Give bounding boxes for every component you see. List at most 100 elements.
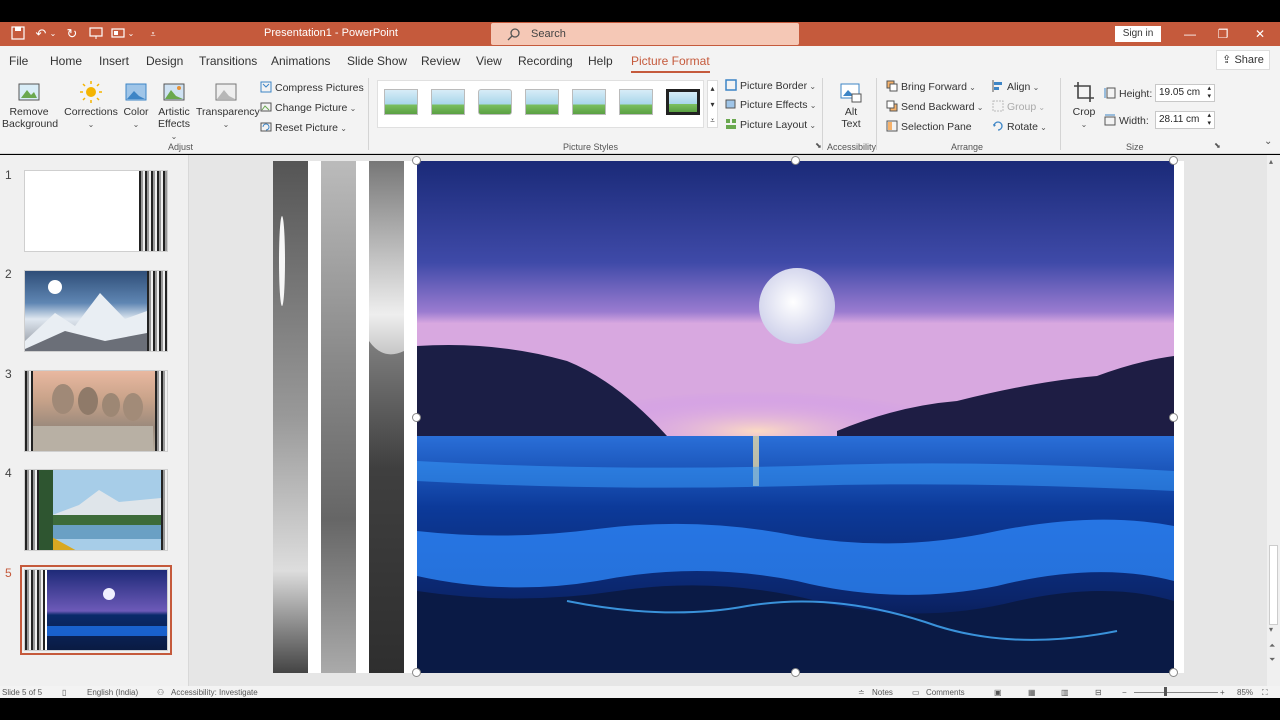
reading-view-icon[interactable]: ▥ (1061, 688, 1069, 697)
scroll-up-icon[interactable]: ▴ (1269, 157, 1273, 166)
selection-pane-button[interactable]: Selection Pane (886, 120, 972, 133)
slideshow-icon[interactable]: ⊟ (1095, 688, 1102, 697)
zoom-slider-thumb[interactable] (1164, 687, 1167, 696)
resize-handle-top-left[interactable] (412, 156, 421, 165)
view-dropdown-icon[interactable]: ⌄ (126, 26, 136, 42)
tab-help[interactable]: Help (588, 54, 613, 68)
alt-text-button[interactable]: Alt Text (834, 80, 868, 130)
scroll-down-icon[interactable]: ▾ (1269, 625, 1273, 634)
dialog-launcher-icon[interactable]: ⬊ (1214, 141, 1221, 150)
minimize-icon[interactable]: — (1180, 25, 1200, 43)
sign-in-button[interactable]: Sign in (1115, 26, 1161, 42)
picture-style-5[interactable] (572, 89, 606, 115)
reset-picture-button[interactable]: Reset Picture ⌄ (260, 121, 347, 134)
zoom-level[interactable]: 85% (1237, 688, 1253, 697)
tab-animations[interactable]: Animations (271, 54, 330, 68)
accessibility-status[interactable]: Accessibility: Investigate (171, 688, 258, 697)
collapse-ribbon-icon[interactable]: ⌄ (1264, 136, 1272, 147)
remove-background-button[interactable]: Remove Background (2, 80, 58, 130)
zoom-slider[interactable] (1134, 692, 1218, 693)
send-backward-label: Send Backward (901, 101, 975, 113)
picture-effects-button[interactable]: Picture Effects ⌄ (725, 98, 816, 111)
scrollbar-thumb[interactable] (1269, 545, 1278, 625)
present-from-beginning-icon[interactable] (88, 26, 104, 42)
color-button[interactable]: Color ⌄ (120, 80, 152, 130)
resize-handle-bottom[interactable] (791, 668, 800, 677)
spin-arrows-icon[interactable]: ▴ ▾ (1207, 85, 1211, 101)
picture-border-button[interactable]: Picture Border ⌄ (725, 79, 816, 92)
artistic-effects-button[interactable]: Artistic Effects ⌄ (154, 80, 194, 142)
resize-handle-top-right[interactable] (1169, 156, 1178, 165)
slide-thumbnail-5[interactable] (20, 565, 172, 655)
picture-style-2[interactable] (431, 89, 465, 115)
picture-style-1[interactable] (384, 89, 418, 115)
tab-design[interactable]: Design (146, 54, 183, 68)
normal-view-icon[interactable]: ▣ (994, 688, 1002, 697)
customize-toolbar-icon[interactable]: ⩡ (145, 26, 161, 42)
resize-handle-right[interactable] (1169, 413, 1178, 422)
align-button[interactable]: Align ⌄ (992, 80, 1039, 93)
next-slide-icon[interactable]: ⏷ (1269, 655, 1275, 665)
undo-icon[interactable]: ↶ (33, 26, 49, 42)
picture-effects-icon (725, 99, 736, 109)
previous-slide-icon[interactable]: ⏶ (1269, 641, 1275, 651)
resize-handle-left[interactable] (412, 413, 421, 422)
slide-thumbnail-4[interactable] (24, 469, 168, 551)
group-button[interactable]: Group ⌄ (992, 100, 1045, 113)
spelling-check-icon[interactable]: ▯ (62, 688, 66, 697)
resize-handle-top[interactable] (791, 156, 800, 165)
width-input[interactable]: 28.11 cm ▴ ▾ (1155, 111, 1215, 129)
tab-transitions[interactable]: Transitions (199, 54, 257, 68)
tab-home[interactable]: Home (50, 54, 82, 68)
tab-recording[interactable]: Recording (518, 54, 573, 68)
picture-style-3[interactable] (478, 89, 512, 115)
picture-style-6[interactable] (619, 89, 653, 115)
picture-layout-button[interactable]: Picture Layout ⌄ (725, 118, 816, 131)
slide-thumbnail-2[interactable] (24, 270, 168, 352)
slideshow-view-icon[interactable] (110, 26, 126, 42)
zoom-out-icon[interactable]: − (1122, 688, 1127, 697)
save-icon[interactable] (10, 26, 26, 42)
slide-sorter-icon[interactable]: ▦ (1028, 688, 1036, 697)
comments-button[interactable]: Comments (926, 688, 965, 697)
tab-view[interactable]: View (476, 54, 502, 68)
send-backward-button[interactable]: Send Backward ⌄ (886, 100, 983, 113)
bring-forward-label: Bring Forward (901, 81, 967, 93)
redo-icon[interactable]: ↻ (64, 26, 80, 42)
grayscale-strips-image[interactable] (273, 161, 413, 673)
tab-insert[interactable]: Insert (99, 54, 129, 68)
tab-slide-show[interactable]: Slide Show (347, 54, 407, 68)
tab-review[interactable]: Review (421, 54, 460, 68)
night-beach-picture[interactable] (417, 161, 1174, 673)
change-picture-button[interactable]: Change Picture ⌄ (260, 101, 356, 114)
language-indicator[interactable]: English (India) (87, 688, 138, 697)
undo-dropdown-icon[interactable]: ⌄ (48, 26, 58, 42)
rotate-button[interactable]: Rotate ⌄ (992, 120, 1047, 133)
zoom-in-icon[interactable]: + (1220, 688, 1225, 697)
crop-button[interactable]: Crop ⌄ (1068, 80, 1100, 130)
compress-pictures-button[interactable]: Compress Pictures (260, 81, 364, 94)
vertical-scrollbar[interactable]: ▴ ▾ ⏶ ⏷ (1267, 155, 1280, 686)
transparency-button[interactable]: Transparency ⌄ (196, 80, 260, 130)
height-input[interactable]: 19.05 cm ▴ ▾ (1155, 84, 1215, 102)
close-icon[interactable]: ✕ (1250, 25, 1270, 43)
tab-picture-format[interactable]: Picture Format (631, 54, 710, 73)
tab-file[interactable]: File (9, 54, 28, 68)
slide-thumbnail-1[interactable] (24, 170, 168, 252)
bring-forward-button[interactable]: Bring Forward ⌄ (886, 80, 976, 93)
fit-slide-icon[interactable]: ⛶ (1262, 688, 1268, 698)
picture-style-4[interactable] (525, 89, 559, 115)
chevron-down-icon: ⌄ (1080, 120, 1088, 129)
spin-arrows-icon[interactable]: ▴ ▾ (1207, 112, 1211, 128)
picture-style-7[interactable] (666, 89, 700, 115)
corrections-button[interactable]: Corrections ⌄ (64, 80, 118, 130)
resize-handle-bottom-left[interactable] (412, 668, 421, 677)
search-box[interactable]: Search (491, 23, 799, 45)
share-button[interactable]: ⇪ Share (1216, 50, 1270, 70)
slide-thumbnail-3[interactable] (24, 370, 168, 452)
notes-button[interactable]: Notes (872, 688, 893, 697)
restore-icon[interactable]: ❐ (1213, 25, 1233, 43)
dialog-launcher-icon[interactable]: ⬊ (815, 141, 822, 150)
gallery-scroll[interactable]: ▴ ▾ ⩡ (707, 80, 718, 128)
resize-handle-bottom-right[interactable] (1169, 668, 1178, 677)
